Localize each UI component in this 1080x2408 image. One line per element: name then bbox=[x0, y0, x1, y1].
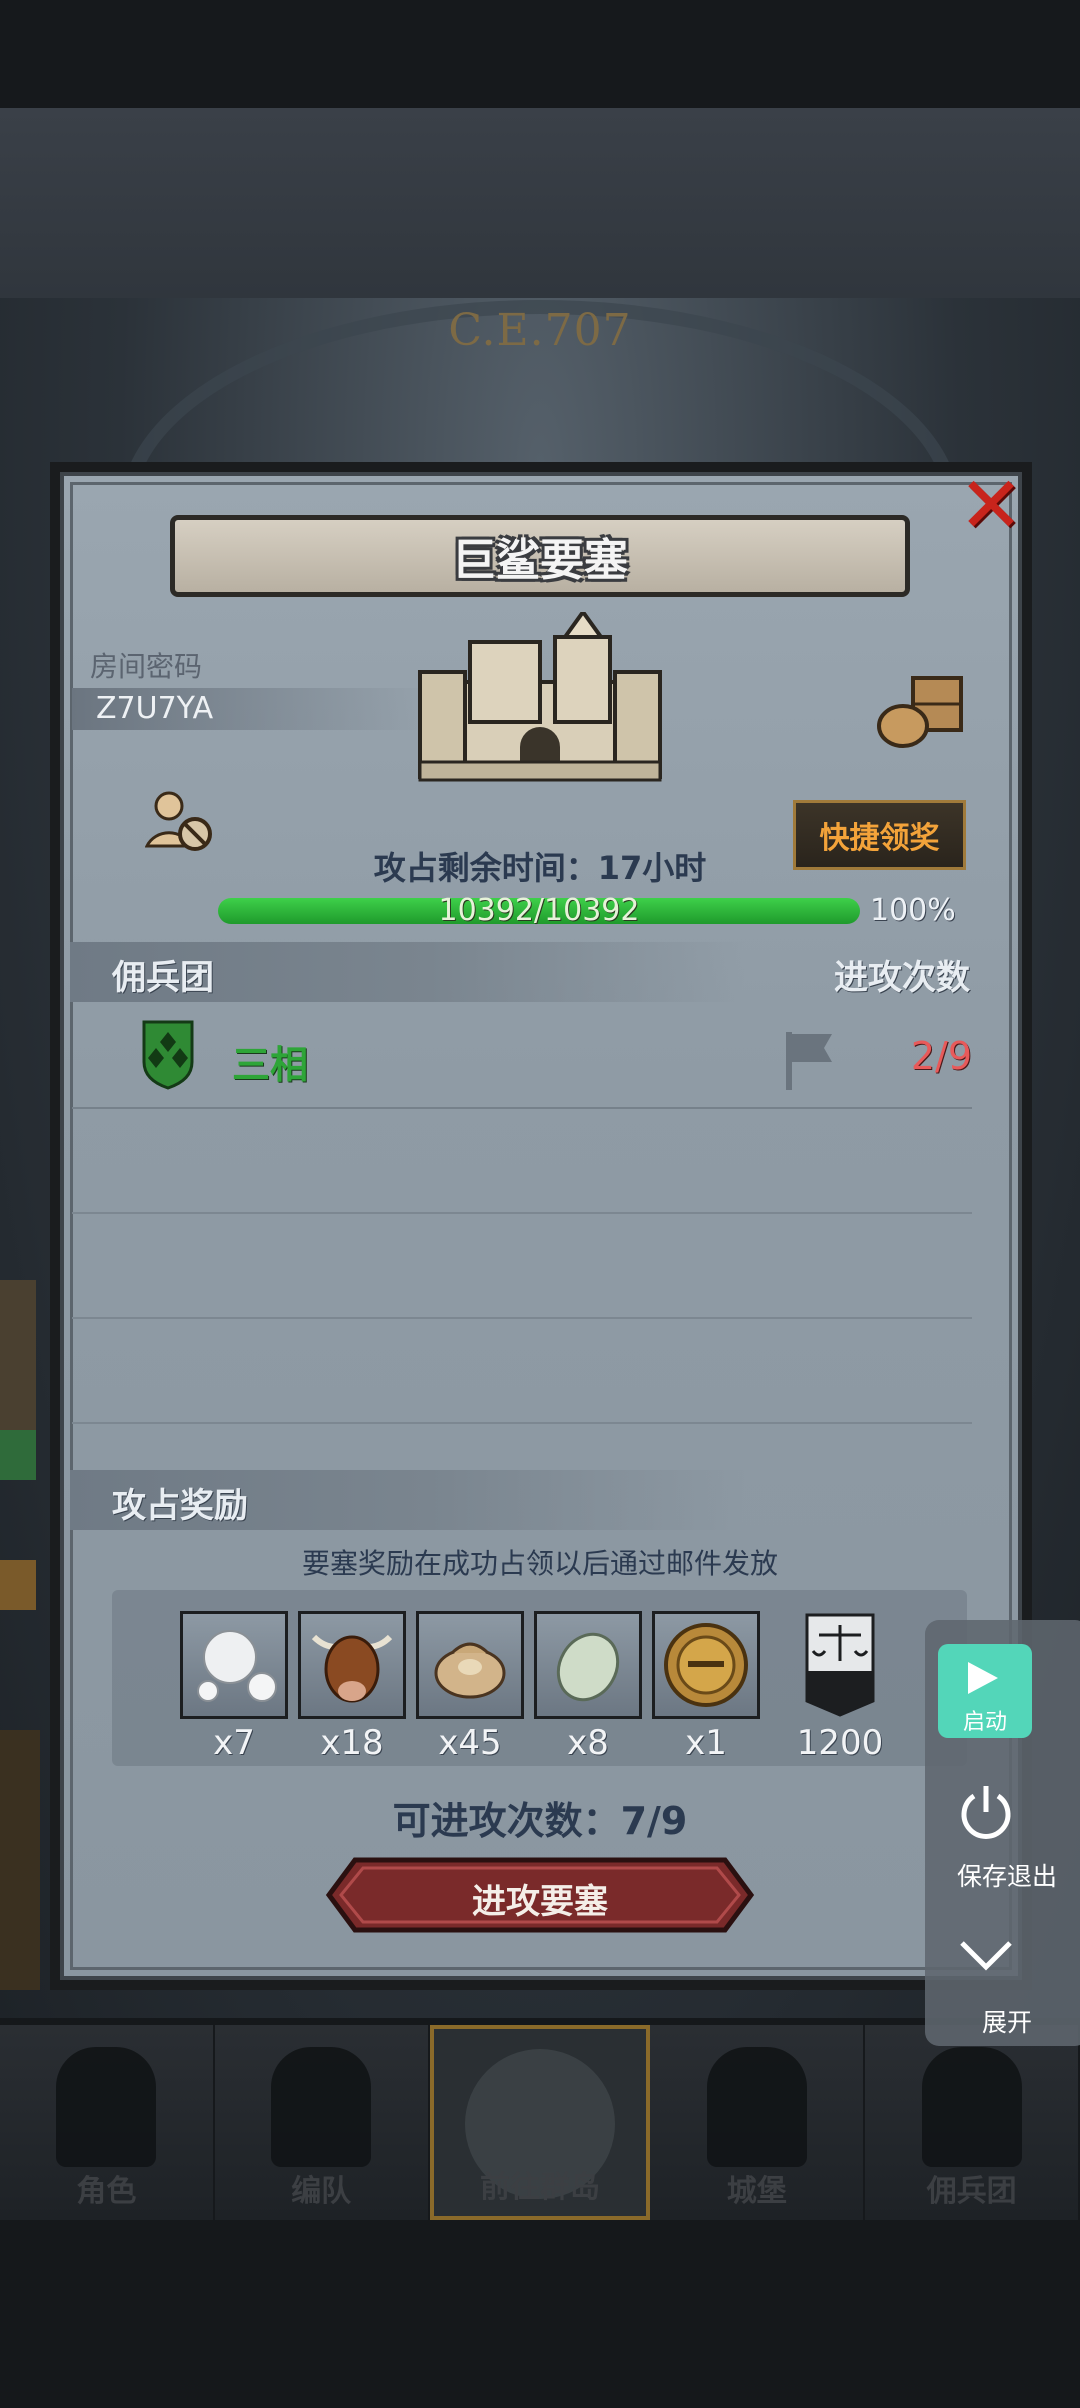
castle-icon bbox=[418, 612, 662, 782]
chevron-down-icon[interactable] bbox=[958, 1935, 1014, 1975]
background-left-panel bbox=[0, 1280, 36, 1430]
nav-label: 佣兵团 bbox=[926, 2174, 1017, 2209]
mercenary-header: 佣兵团 bbox=[112, 958, 214, 998]
reward-qty: 1200 bbox=[796, 1723, 884, 1763]
reward-qty: x45 bbox=[438, 1723, 502, 1763]
reward-note: 要塞奖励在成功占领以后通过邮件发放 bbox=[301, 1547, 778, 1580]
table-row[interactable]: 三相 2/9 bbox=[72, 1012, 972, 1109]
nav-item-character[interactable]: 角色 bbox=[0, 2025, 215, 2220]
play-icon bbox=[968, 1662, 998, 1694]
room-code[interactable]: Z7U7YA bbox=[96, 691, 213, 726]
reward-header: 攻占奖励 bbox=[112, 1486, 248, 1526]
reward-qty: x18 bbox=[320, 1723, 384, 1763]
bottom-nav: 角色 编队 前往群岛 城堡 佣兵团 bbox=[0, 2025, 1080, 2220]
nav-label: 城堡 bbox=[726, 2174, 787, 2209]
guild-shield-icon bbox=[142, 1020, 194, 1090]
power-icon[interactable] bbox=[956, 1782, 1016, 1842]
reward-item[interactable]: x1 bbox=[652, 1611, 760, 1763]
list-item-empty bbox=[72, 1317, 972, 1424]
save-exit-label[interactable]: 保存退出 bbox=[925, 1857, 1080, 1893]
character-icon bbox=[56, 2047, 157, 2167]
nav-label: 角色 bbox=[76, 2174, 137, 2209]
close-button[interactable]: ✕ bbox=[955, 461, 1027, 551]
reward-item[interactable]: 1200 bbox=[786, 1611, 894, 1763]
jade-stone-icon bbox=[534, 1611, 642, 1719]
background-left-panel bbox=[0, 1430, 36, 1480]
launch-button[interactable]: 启动 bbox=[938, 1644, 1032, 1738]
nav-item-castle[interactable]: 城堡 bbox=[650, 2025, 866, 2220]
progress-value: 10392/10392 bbox=[438, 893, 640, 928]
occupation-timer: 攻占剩余时间：17小时 bbox=[373, 849, 707, 887]
reward-item[interactable]: x7 bbox=[180, 1611, 288, 1763]
castle-nav-icon bbox=[706, 2047, 807, 2167]
flag-icon bbox=[786, 1032, 832, 1090]
launch-label: 启动 bbox=[962, 1710, 1007, 1735]
reward-qty: x8 bbox=[567, 1723, 609, 1763]
nav-label: 前往群岛 bbox=[479, 2170, 600, 2205]
scales-banner-icon bbox=[786, 1611, 894, 1719]
nav-item-islands[interactable]: 前往群岛 bbox=[429, 2025, 651, 2220]
member-name: 三相 bbox=[232, 1043, 309, 1087]
attack-fortress-button[interactable]: 进攻要塞 bbox=[325, 1856, 755, 1934]
top-band bbox=[0, 108, 1080, 298]
loot-bag-icon[interactable] bbox=[875, 670, 967, 750]
reward-qty: x7 bbox=[213, 1723, 255, 1763]
status-bar-area bbox=[0, 0, 1080, 108]
attack-count-header: 进攻次数 bbox=[834, 958, 970, 998]
close-icon: ✕ bbox=[958, 461, 1024, 551]
list-item-empty bbox=[72, 1107, 972, 1214]
nav-item-formation[interactable]: 编队 bbox=[215, 2025, 430, 2220]
dialog-title: 巨鲨要塞 bbox=[452, 535, 628, 586]
background-left-panel bbox=[0, 1730, 40, 1990]
member-attack-count: 2/9 bbox=[910, 1034, 972, 1078]
progress-percent: 100% bbox=[870, 893, 956, 928]
reward-item[interactable]: x8 bbox=[534, 1611, 642, 1763]
title-banner: 巨鲨要塞 bbox=[170, 515, 910, 597]
era-label: C.E.707 bbox=[448, 305, 632, 356]
formation-icon bbox=[271, 2047, 372, 2167]
list-item-empty bbox=[72, 1212, 972, 1319]
nav-item-mercenary[interactable]: 佣兵团 bbox=[865, 2025, 1080, 2220]
mercenary-nav-icon bbox=[921, 2047, 1022, 2167]
reward-item[interactable]: x18 bbox=[298, 1611, 406, 1763]
reward-qty: x1 bbox=[685, 1723, 727, 1763]
room-password-label: 房间密码 bbox=[90, 650, 203, 683]
available-attacks: 可进攻次数：7/9 bbox=[392, 1799, 688, 1843]
sack-icon bbox=[416, 1611, 524, 1719]
attack-button-label: 进攻要塞 bbox=[472, 1882, 608, 1922]
reward-item[interactable]: x45 bbox=[416, 1611, 524, 1763]
pearl-icon bbox=[180, 1611, 288, 1719]
knight-helmet-icon bbox=[652, 1611, 760, 1719]
expand-label[interactable]: 展开 bbox=[925, 2003, 1080, 2039]
ox-head-icon bbox=[298, 1611, 406, 1719]
nav-label: 编队 bbox=[291, 2174, 352, 2209]
